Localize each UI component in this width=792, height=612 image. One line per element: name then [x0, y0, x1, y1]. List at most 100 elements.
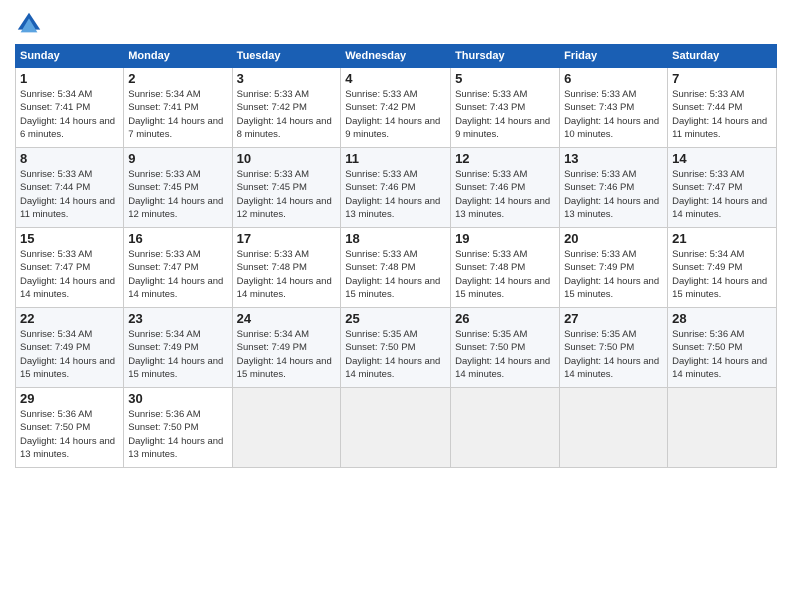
calendar-cell: 24 Sunrise: 5:34 AM Sunset: 7:49 PM Dayl…: [232, 308, 341, 388]
daylight-label: Daylight: 14 hours and 15 minutes.: [345, 276, 440, 300]
calendar-cell: [232, 388, 341, 468]
sunset-label: Sunset: 7:47 PM: [128, 262, 198, 273]
sunrise-label: Sunrise: 5:34 AM: [20, 329, 92, 340]
day-number: 13: [564, 151, 663, 166]
weekday-header: Friday: [560, 45, 668, 68]
sunset-label: Sunset: 7:50 PM: [455, 342, 525, 353]
day-number: 17: [237, 231, 337, 246]
sunrise-label: Sunrise: 5:33 AM: [345, 249, 417, 260]
sunrise-label: Sunrise: 5:36 AM: [128, 409, 200, 420]
day-info: Sunrise: 5:34 AM Sunset: 7:49 PM Dayligh…: [128, 328, 227, 381]
daylight-label: Daylight: 14 hours and 14 minutes.: [237, 276, 332, 300]
daylight-label: Daylight: 14 hours and 15 minutes.: [455, 276, 550, 300]
daylight-label: Daylight: 14 hours and 14 minutes.: [455, 356, 550, 380]
logo: [15, 10, 49, 38]
weekday-header: Sunday: [16, 45, 124, 68]
calendar-cell: 4 Sunrise: 5:33 AM Sunset: 7:42 PM Dayli…: [341, 68, 451, 148]
sunset-label: Sunset: 7:50 PM: [128, 422, 198, 433]
day-info: Sunrise: 5:33 AM Sunset: 7:45 PM Dayligh…: [237, 168, 337, 221]
day-number: 14: [672, 151, 772, 166]
day-number: 1: [20, 71, 119, 86]
calendar-week-row: 1 Sunrise: 5:34 AM Sunset: 7:41 PM Dayli…: [16, 68, 777, 148]
sunrise-label: Sunrise: 5:33 AM: [128, 169, 200, 180]
day-info: Sunrise: 5:33 AM Sunset: 7:47 PM Dayligh…: [20, 248, 119, 301]
calendar-cell: 30 Sunrise: 5:36 AM Sunset: 7:50 PM Dayl…: [124, 388, 232, 468]
day-number: 24: [237, 311, 337, 326]
day-number: 9: [128, 151, 227, 166]
weekday-header: Saturday: [668, 45, 777, 68]
sunrise-label: Sunrise: 5:33 AM: [455, 89, 527, 100]
calendar-cell: 22 Sunrise: 5:34 AM Sunset: 7:49 PM Dayl…: [16, 308, 124, 388]
day-info: Sunrise: 5:33 AM Sunset: 7:49 PM Dayligh…: [564, 248, 663, 301]
calendar-cell: 29 Sunrise: 5:36 AM Sunset: 7:50 PM Dayl…: [16, 388, 124, 468]
daylight-label: Daylight: 14 hours and 7 minutes.: [128, 116, 223, 140]
day-number: 19: [455, 231, 555, 246]
sunrise-label: Sunrise: 5:33 AM: [20, 169, 92, 180]
calendar-cell: 1 Sunrise: 5:34 AM Sunset: 7:41 PM Dayli…: [16, 68, 124, 148]
weekday-header: Tuesday: [232, 45, 341, 68]
sunrise-label: Sunrise: 5:35 AM: [345, 329, 417, 340]
sunrise-label: Sunrise: 5:35 AM: [455, 329, 527, 340]
day-number: 8: [20, 151, 119, 166]
calendar-header-row: SundayMondayTuesdayWednesdayThursdayFrid…: [16, 45, 777, 68]
sunset-label: Sunset: 7:42 PM: [237, 102, 307, 113]
sunrise-label: Sunrise: 5:33 AM: [455, 169, 527, 180]
sunrise-label: Sunrise: 5:33 AM: [564, 249, 636, 260]
calendar-cell: 26 Sunrise: 5:35 AM Sunset: 7:50 PM Dayl…: [451, 308, 560, 388]
calendar-week-row: 29 Sunrise: 5:36 AM Sunset: 7:50 PM Dayl…: [16, 388, 777, 468]
day-info: Sunrise: 5:34 AM Sunset: 7:49 PM Dayligh…: [20, 328, 119, 381]
sunrise-label: Sunrise: 5:36 AM: [672, 329, 744, 340]
sunset-label: Sunset: 7:41 PM: [20, 102, 90, 113]
calendar-cell: 12 Sunrise: 5:33 AM Sunset: 7:46 PM Dayl…: [451, 148, 560, 228]
sunset-label: Sunset: 7:45 PM: [237, 182, 307, 193]
sunrise-label: Sunrise: 5:33 AM: [237, 169, 309, 180]
day-info: Sunrise: 5:33 AM Sunset: 7:46 PM Dayligh…: [345, 168, 446, 221]
sunset-label: Sunset: 7:49 PM: [20, 342, 90, 353]
day-info: Sunrise: 5:35 AM Sunset: 7:50 PM Dayligh…: [455, 328, 555, 381]
daylight-label: Daylight: 14 hours and 11 minutes.: [672, 116, 767, 140]
day-info: Sunrise: 5:33 AM Sunset: 7:43 PM Dayligh…: [564, 88, 663, 141]
day-info: Sunrise: 5:35 AM Sunset: 7:50 PM Dayligh…: [345, 328, 446, 381]
calendar-cell: 8 Sunrise: 5:33 AM Sunset: 7:44 PM Dayli…: [16, 148, 124, 228]
day-number: 21: [672, 231, 772, 246]
day-info: Sunrise: 5:36 AM Sunset: 7:50 PM Dayligh…: [20, 408, 119, 461]
daylight-label: Daylight: 14 hours and 6 minutes.: [20, 116, 115, 140]
calendar-cell: [560, 388, 668, 468]
sunset-label: Sunset: 7:49 PM: [128, 342, 198, 353]
calendar-cell: 9 Sunrise: 5:33 AM Sunset: 7:45 PM Dayli…: [124, 148, 232, 228]
sunset-label: Sunset: 7:46 PM: [564, 182, 634, 193]
sunset-label: Sunset: 7:46 PM: [455, 182, 525, 193]
day-info: Sunrise: 5:33 AM Sunset: 7:47 PM Dayligh…: [672, 168, 772, 221]
day-number: 22: [20, 311, 119, 326]
daylight-label: Daylight: 14 hours and 14 minutes.: [345, 356, 440, 380]
day-info: Sunrise: 5:33 AM Sunset: 7:44 PM Dayligh…: [672, 88, 772, 141]
day-number: 3: [237, 71, 337, 86]
daylight-label: Daylight: 14 hours and 15 minutes.: [20, 356, 115, 380]
sunset-label: Sunset: 7:44 PM: [20, 182, 90, 193]
day-number: 16: [128, 231, 227, 246]
day-number: 18: [345, 231, 446, 246]
day-info: Sunrise: 5:33 AM Sunset: 7:45 PM Dayligh…: [128, 168, 227, 221]
calendar-cell: 28 Sunrise: 5:36 AM Sunset: 7:50 PM Dayl…: [668, 308, 777, 388]
calendar-cell: 7 Sunrise: 5:33 AM Sunset: 7:44 PM Dayli…: [668, 68, 777, 148]
day-info: Sunrise: 5:34 AM Sunset: 7:49 PM Dayligh…: [237, 328, 337, 381]
sunset-label: Sunset: 7:47 PM: [672, 182, 742, 193]
day-number: 25: [345, 311, 446, 326]
calendar-cell: 10 Sunrise: 5:33 AM Sunset: 7:45 PM Dayl…: [232, 148, 341, 228]
sunset-label: Sunset: 7:50 PM: [345, 342, 415, 353]
daylight-label: Daylight: 14 hours and 15 minutes.: [128, 356, 223, 380]
daylight-label: Daylight: 14 hours and 15 minutes.: [237, 356, 332, 380]
day-number: 2: [128, 71, 227, 86]
sunset-label: Sunset: 7:44 PM: [672, 102, 742, 113]
calendar-week-row: 22 Sunrise: 5:34 AM Sunset: 7:49 PM Dayl…: [16, 308, 777, 388]
calendar-cell: 6 Sunrise: 5:33 AM Sunset: 7:43 PM Dayli…: [560, 68, 668, 148]
calendar-cell: 17 Sunrise: 5:33 AM Sunset: 7:48 PM Dayl…: [232, 228, 341, 308]
daylight-label: Daylight: 14 hours and 13 minutes.: [345, 196, 440, 220]
sunset-label: Sunset: 7:50 PM: [672, 342, 742, 353]
sunrise-label: Sunrise: 5:36 AM: [20, 409, 92, 420]
daylight-label: Daylight: 14 hours and 11 minutes.: [20, 196, 115, 220]
day-number: 4: [345, 71, 446, 86]
day-info: Sunrise: 5:33 AM Sunset: 7:48 PM Dayligh…: [345, 248, 446, 301]
day-number: 26: [455, 311, 555, 326]
sunrise-label: Sunrise: 5:33 AM: [128, 249, 200, 260]
